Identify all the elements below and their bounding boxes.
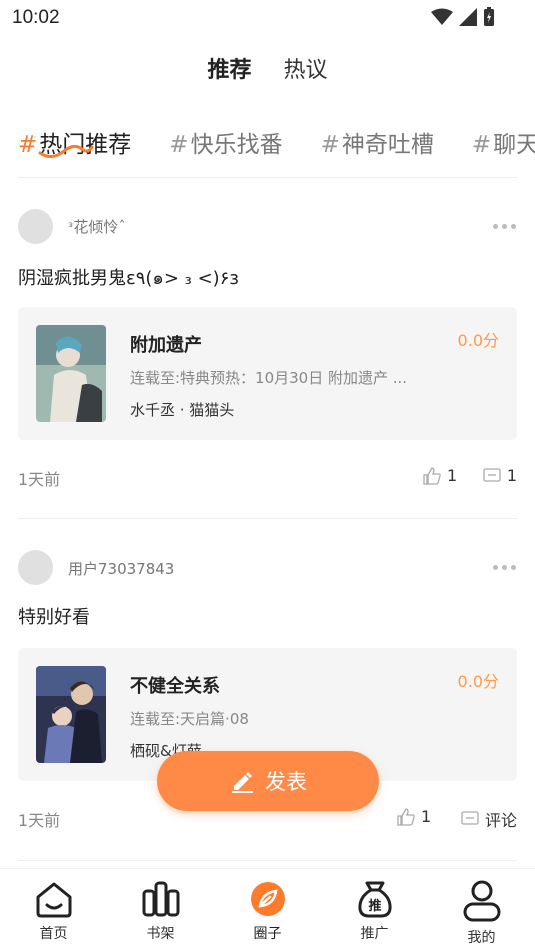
book-score: 0.0分: [457, 331, 499, 350]
topic-happy-find[interactable]: #快乐找番: [169, 125, 282, 165]
thumbs-up-icon: [397, 807, 415, 826]
circle-icon: [250, 882, 285, 916]
promote-bag-icon: 推: [357, 881, 392, 918]
divider: [18, 177, 517, 178]
more-options-icon[interactable]: [493, 565, 517, 571]
tab-hot-discussion-label: 热议: [283, 58, 328, 83]
home-icon: [36, 882, 71, 918]
topic-row: #热门推荐 #快乐找番 #神奇吐槽 #聊天: [18, 125, 535, 165]
signal-icon: [459, 8, 477, 26]
profile-icon: [463, 880, 500, 922]
username[interactable]: 用户73037843: [68, 558, 174, 579]
avatar[interactable]: [18, 209, 53, 244]
book-card[interactable]: 附加遗产 0.0分 连载至:特典预热：10月30日 附加遗产 ... 水千丞 ·…: [18, 307, 517, 440]
post-text[interactable]: 特别好看: [18, 603, 90, 629]
comment-label: 评论: [484, 811, 517, 830]
bottom-nav: 首页 书架 圈子 推 推广 我的: [0, 868, 535, 951]
publish-button[interactable]: 发表: [157, 751, 379, 811]
post-time: 1天前: [18, 470, 61, 489]
nav-label: 推广: [360, 926, 389, 942]
tab-hot-discussion[interactable]: 热议: [282, 52, 330, 92]
active-topic-wave-icon: [38, 144, 94, 158]
nav-label: 我的: [467, 930, 496, 946]
post-text[interactable]: 阴湿疯批男鬼ɛ٩(๑> ₃ <)۶з: [18, 263, 239, 292]
publish-label: 发表: [265, 770, 307, 794]
book-score: 0.0分: [457, 672, 499, 691]
status-bar: 10:02: [0, 0, 535, 38]
divider: [18, 518, 517, 519]
book-chapter: 连载至:天启篇·08: [130, 710, 249, 728]
comment-button[interactable]: 1: [483, 466, 517, 485]
avatar[interactable]: [18, 550, 53, 585]
comment-icon: [461, 811, 479, 825]
like-count: 1: [421, 807, 432, 826]
username[interactable]: ᵌ花倾怜ˆ: [68, 216, 126, 237]
book-chapter: 连载至:特典预热：10月30日 附加遗产 ...: [130, 369, 408, 387]
nav-promote[interactable]: 推 推广: [321, 869, 428, 951]
nav-label: 首页: [39, 926, 68, 942]
promote-badge-text: 推: [368, 898, 381, 914]
book-title: 不健全关系: [130, 676, 220, 697]
battery-icon: [484, 7, 494, 26]
book-title: 附加遗产: [130, 335, 202, 356]
pen-icon: [232, 772, 253, 793]
wifi-icon: [431, 8, 453, 25]
nav-label: 圈子: [253, 926, 282, 942]
book-cover-image: [36, 666, 106, 763]
topic-hash: #: [169, 132, 189, 158]
top-tabs: 推荐 热议: [0, 52, 535, 92]
nav-circle[interactable]: 圈子: [214, 869, 321, 951]
nav-bookshelf[interactable]: 书架: [107, 869, 214, 951]
nav-label: 书架: [146, 926, 175, 942]
topic-label: 快乐找番: [190, 132, 283, 158]
topic-label: 神奇吐槽: [341, 132, 434, 158]
like-button[interactable]: 1: [397, 807, 431, 826]
like-count: 1: [447, 466, 458, 485]
comment-count: 1: [506, 466, 517, 485]
book-cover-image: [36, 325, 106, 422]
nav-profile[interactable]: 我的: [428, 869, 535, 951]
book-author: 水千丞 · 猫猫头: [130, 401, 235, 419]
status-icons: [431, 7, 495, 27]
tab-recommend-label: 推荐: [207, 58, 252, 83]
nav-home[interactable]: 首页: [0, 869, 107, 951]
topic-hash: #: [471, 132, 492, 158]
topic-hot-recommend[interactable]: #热门推荐: [18, 125, 131, 165]
like-button[interactable]: 1: [423, 466, 457, 485]
topic-hash: #: [18, 132, 38, 158]
divider: [18, 860, 517, 861]
topic-hash: #: [320, 132, 340, 158]
comment-icon: [483, 467, 501, 482]
topic-chat[interactable]: #聊天: [472, 125, 535, 165]
more-options-icon[interactable]: [493, 224, 517, 230]
topic-label: 聊天: [493, 132, 535, 158]
tab-recommend[interactable]: 推荐: [203, 52, 256, 92]
topic-complain[interactable]: #神奇吐槽: [321, 125, 434, 165]
post-time: 1天前: [18, 811, 61, 830]
thumbs-up-icon: [423, 466, 441, 485]
status-time: 10:02: [12, 7, 60, 28]
bookshelf-icon: [142, 881, 179, 917]
comment-button[interactable]: 评论: [461, 807, 517, 831]
